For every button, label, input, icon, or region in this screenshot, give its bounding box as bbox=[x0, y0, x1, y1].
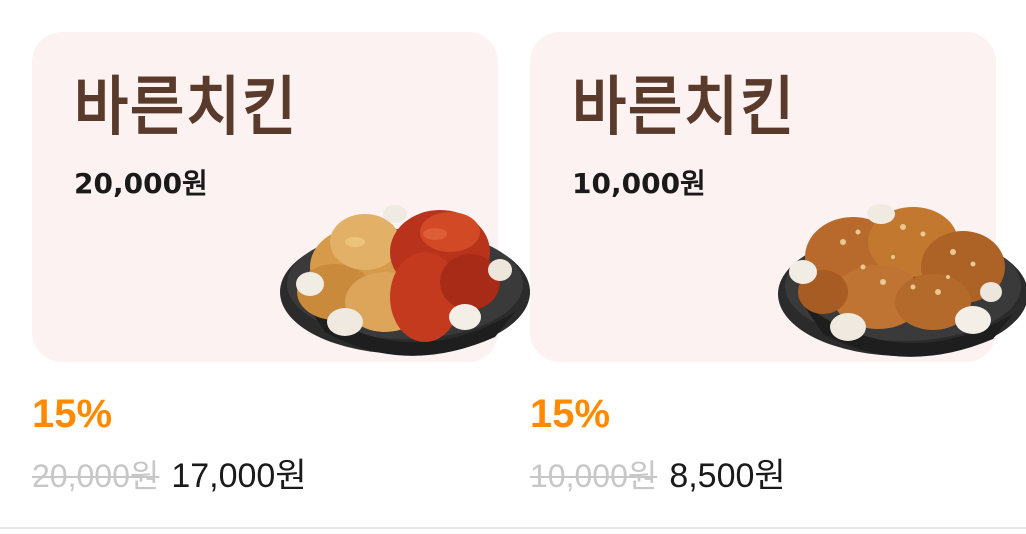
price-row: 10,000원 8,500원 bbox=[530, 448, 786, 497]
product-image-card[interactable]: 바른치킨 10,000원 bbox=[530, 32, 1026, 362]
sale-price: 8,500원 bbox=[669, 457, 786, 495]
brand-logo-text: 바른치킨 bbox=[74, 71, 299, 145]
chicken-bowl-image bbox=[763, 172, 1026, 372]
product-image-card[interactable]: 바른치킨 20,000원 bbox=[32, 32, 530, 362]
section-divider bbox=[0, 527, 1026, 529]
discount-rate: 15% bbox=[530, 392, 611, 436]
original-price: 20,000원 bbox=[32, 458, 160, 494]
discount-rate: 15% bbox=[32, 392, 113, 436]
original-price: 10,000원 bbox=[530, 458, 658, 494]
brand-logo-text: 바른치킨 bbox=[572, 71, 797, 145]
sale-price: 17,000원 bbox=[171, 457, 307, 495]
price-row: 20,000원 17,000원 bbox=[32, 448, 307, 497]
coupon-list: 바른치킨 20,000원 15% 20,000원 17,000원 바른치킨 10… bbox=[0, 0, 1026, 534]
chicken-bowl-image bbox=[265, 172, 530, 372]
voucher-value: 20,000원 bbox=[74, 167, 208, 200]
voucher-value: 10,000원 bbox=[572, 167, 706, 200]
